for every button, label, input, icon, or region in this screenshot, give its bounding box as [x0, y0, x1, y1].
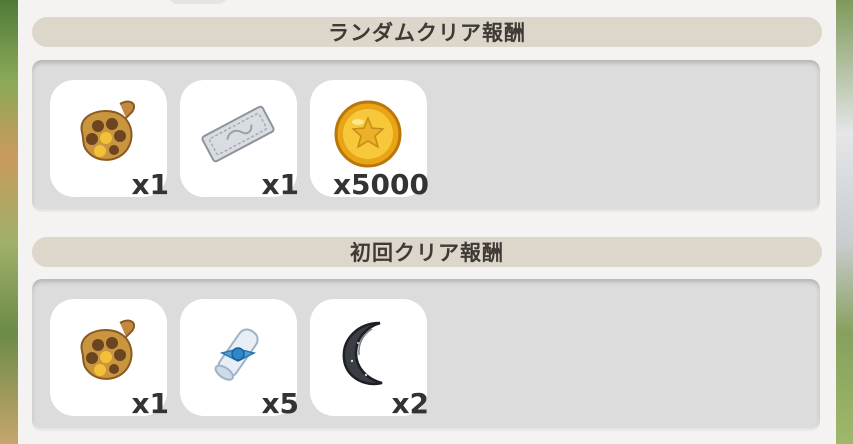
item-quantity: x1 — [131, 168, 169, 201]
reward-item-scroll[interactable]: x5 — [180, 299, 299, 420]
reward-item-gold-coin[interactable]: x5000 — [310, 80, 429, 201]
honeycomb-icon — [80, 319, 136, 380]
first-clear-reward-header: 初回クリア報酬 — [32, 237, 822, 267]
item-quantity: x5000 — [333, 168, 429, 201]
section-title: 初回クリア報酬 — [350, 241, 504, 265]
scroll-icon — [214, 328, 259, 381]
reward-item-honeycomb[interactable]: x1 — [50, 299, 169, 420]
gold-coin-icon — [334, 100, 402, 168]
random-clear-reward-header: ランダムクリア報酬 — [32, 17, 822, 47]
reward-item-silver-ticket[interactable]: x1 — [180, 80, 299, 201]
reward-item-crescent-moon[interactable]: x2 — [310, 299, 429, 420]
item-quantity: x5 — [261, 387, 299, 420]
silver-ticket-icon — [201, 105, 275, 163]
item-quantity: x1 — [261, 168, 299, 201]
honeycomb-icon — [80, 100, 136, 161]
panel-top-tab — [168, 0, 228, 4]
item-quantity: x1 — [131, 387, 169, 420]
section-title: ランダムクリア報酬 — [328, 21, 526, 45]
reward-panel: ランダムクリア報酬 x1 x1 x5000 初回クリア報酬 x1 x5 x2 — [18, 0, 836, 444]
first-clear-reward-list: x1 x5 x2 — [32, 279, 820, 431]
item-quantity: x2 — [391, 387, 429, 420]
random-clear-reward-list: x1 x1 x5000 — [32, 60, 820, 212]
reward-item-honeycomb[interactable]: x1 — [50, 80, 169, 201]
crescent-moon-icon — [342, 321, 383, 386]
background-scenery-left — [0, 0, 20, 444]
